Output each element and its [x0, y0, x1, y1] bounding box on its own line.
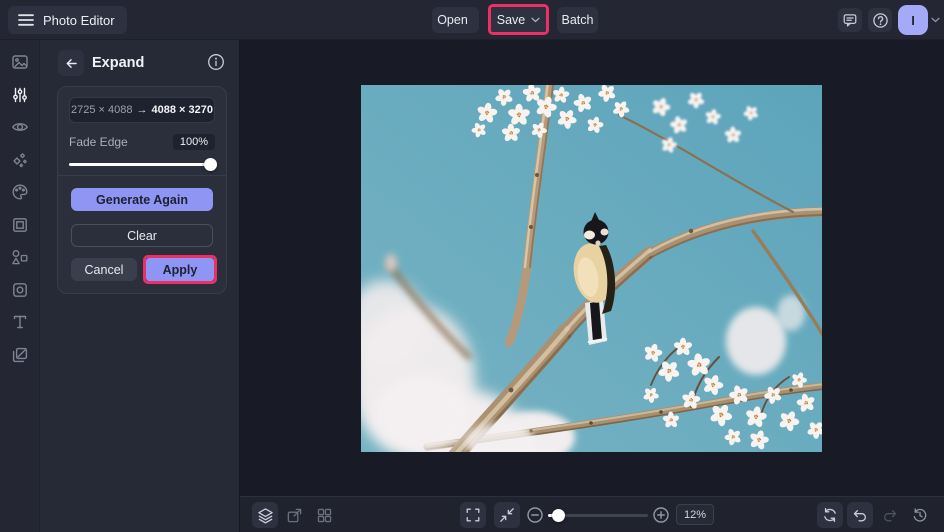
undo-icon — [852, 507, 868, 523]
sidebar-item-shapes-tool[interactable] — [11, 248, 29, 266]
sidebar-item-frame-tool[interactable] — [11, 216, 29, 234]
batch-button[interactable]: Batch — [557, 7, 598, 33]
zoom-level-text: 12% — [684, 509, 706, 521]
redo-button[interactable] — [877, 502, 903, 528]
layers-button[interactable] — [252, 502, 278, 528]
fade-edge-value: 100% — [173, 134, 215, 150]
sidebar-item-texture-tool[interactable] — [11, 281, 29, 299]
palette-icon — [11, 183, 29, 201]
refresh-button[interactable] — [817, 502, 843, 528]
image-icon — [11, 53, 29, 71]
duplicate-icon — [11, 346, 29, 364]
zoom-slider-thumb[interactable] — [552, 509, 565, 522]
menu-icon — [18, 14, 34, 26]
divider — [58, 175, 226, 176]
back-button[interactable] — [58, 50, 84, 76]
apply-button-highlight: Apply — [143, 255, 217, 284]
help-icon — [872, 12, 889, 29]
sidebar-item-retouch-tool[interactable] — [11, 118, 29, 136]
sparkles-icon — [11, 151, 29, 169]
eye-icon — [11, 118, 29, 136]
fit-screen-button[interactable] — [494, 502, 520, 528]
info-icon[interactable] — [207, 53, 225, 71]
save-button-highlight: Save — [488, 4, 549, 35]
fade-edge-slider[interactable] — [69, 163, 215, 166]
avatar[interactable]: I — [898, 5, 928, 35]
app-title: Photo Editor — [43, 13, 115, 28]
dimensions-readout: 2725 × 4088 → 4088 × 3270 — [69, 97, 215, 123]
panel-title: Expand — [92, 55, 144, 71]
redo-icon — [882, 507, 898, 523]
arrow-left-icon — [64, 56, 79, 71]
chevron-down-icon — [531, 17, 540, 23]
sidebar-item-adjust-tool[interactable] — [11, 86, 29, 104]
zoom-out-icon[interactable] — [526, 506, 544, 524]
frame-icon — [11, 216, 29, 234]
refresh-icon — [822, 507, 838, 523]
expand-panel: Expand 2725 × 4088 → 4088 × 3270 Fade Ed… — [40, 40, 240, 532]
fullscreen-icon — [465, 507, 481, 523]
fit-screen-icon — [499, 507, 515, 523]
tool-rail — [0, 40, 40, 532]
app-menu-button[interactable]: Photo Editor — [8, 6, 127, 34]
bottom-toolbar: 12% — [240, 496, 944, 532]
text-icon — [11, 313, 29, 331]
history-icon — [912, 507, 928, 523]
texture-icon — [11, 281, 29, 299]
feedback-icon — [842, 12, 858, 28]
help-button[interactable] — [868, 8, 892, 32]
zoom-level-value[interactable]: 12% — [676, 504, 714, 525]
dimensions-to: 4088 × 3270 — [152, 104, 213, 116]
sidebar-item-image-tool[interactable] — [11, 53, 29, 71]
export-icon — [286, 507, 303, 524]
account-chevron-down-icon[interactable] — [931, 17, 940, 23]
fade-edge-slider-thumb[interactable] — [204, 158, 217, 171]
top-bar: Photo Editor Open Save Batch — [0, 0, 944, 40]
layers-icon — [257, 507, 274, 524]
batch-button-label: Batch — [562, 13, 594, 27]
photo-editor-app: Photo Editor Open Save Batch — [0, 0, 944, 532]
save-button-label: Save — [497, 13, 526, 27]
fullscreen-button[interactable] — [460, 502, 486, 528]
feedback-button[interactable] — [838, 8, 862, 32]
history-button[interactable] — [907, 502, 933, 528]
zoom-slider[interactable] — [548, 514, 648, 517]
undo-button[interactable] — [847, 502, 873, 528]
editor-canvas[interactable] — [240, 40, 944, 496]
fade-edge-row: Fade Edge 100% — [69, 133, 215, 151]
export-view-button[interactable] — [281, 502, 307, 528]
avatar-initial: I — [911, 13, 915, 28]
dimensions-from: 2725 × 4088 — [71, 104, 132, 116]
canvas-image[interactable] — [361, 85, 822, 452]
apply-button[interactable]: Apply — [146, 258, 214, 281]
grid-icon — [316, 507, 333, 524]
sidebar-item-effects-tool[interactable] — [11, 151, 29, 169]
shapes-icon — [11, 248, 29, 266]
clear-button[interactable]: Clear — [71, 224, 213, 247]
fade-edge-label: Fade Edge — [69, 135, 128, 149]
sidebar-item-duplicate-tool[interactable] — [11, 346, 29, 364]
zoom-in-icon[interactable] — [652, 506, 670, 524]
save-button[interactable]: Save — [491, 7, 546, 32]
arrow-right-icon: → — [137, 104, 148, 116]
sidebar-item-palette-tool[interactable] — [11, 183, 29, 201]
generate-again-button[interactable]: Generate Again — [71, 188, 213, 211]
open-button-label: Open — [437, 13, 468, 27]
expand-settings-card: 2725 × 4088 → 4088 × 3270 Fade Edge 100%… — [57, 86, 227, 294]
open-button[interactable]: Open — [432, 7, 479, 33]
grid-view-button[interactable] — [311, 502, 337, 528]
cancel-button[interactable]: Cancel — [71, 258, 137, 281]
adjustments-icon — [11, 86, 29, 104]
sidebar-item-text-tool[interactable] — [11, 313, 29, 331]
